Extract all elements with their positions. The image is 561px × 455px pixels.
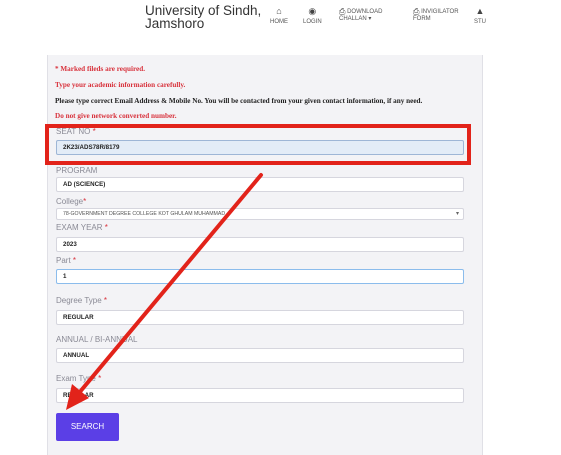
nav-home-label: HOME xyxy=(270,19,288,25)
exam-year-label: EXAM YEAR * xyxy=(56,223,108,232)
nav-login[interactable]: ◉ LOGIN xyxy=(303,6,322,26)
nav-login-label: LOGIN xyxy=(303,19,322,25)
home-icon: ⌂ xyxy=(276,6,282,16)
college-label: College* xyxy=(56,197,87,206)
nav-invigilator-label: INVIGILATOR xyxy=(421,9,459,16)
part-label: Part * xyxy=(56,256,77,265)
required-note: * Marked fileds are required. xyxy=(55,65,146,73)
annual-field[interactable]: ANNUAL xyxy=(56,348,464,363)
exam-type-label: Exam Type * xyxy=(56,374,102,383)
exam-type-field[interactable]: REGULAR xyxy=(56,388,464,403)
nav-download-challan[interactable]: ⎙ DOWNLOAD CHALLAN ▾ xyxy=(339,8,382,23)
nav-challan-label: CHALLAN ▾ xyxy=(339,16,372,23)
college-select[interactable]: 78-GOVERNMENT DEGREE COLLEGE KOT GHULAM … xyxy=(56,208,464,220)
nav-form-label: FORM xyxy=(413,16,431,23)
nav-home[interactable]: ⌂ HOME xyxy=(270,6,288,26)
chevron-down-icon: ▾ xyxy=(455,211,459,217)
degree-type-label: Degree Type * xyxy=(56,296,108,305)
careful-note: Type your academic information carefully… xyxy=(55,81,186,89)
degree-type-field[interactable]: REGULAR xyxy=(56,310,464,325)
graduation-cap-icon: ▲ xyxy=(475,6,485,16)
print-icon: ⎙ xyxy=(413,7,420,16)
nav-invigilator-form[interactable]: ⎙ INVIGILATOR FORM xyxy=(413,8,459,23)
program-label: PROGRAM xyxy=(56,166,98,175)
part-field[interactable]: 1 xyxy=(56,269,464,284)
network-note: Do not give network converted number. xyxy=(55,112,177,120)
college-selected-value: 78-GOVERNMENT DEGREE COLLEGE KOT GHULAM … xyxy=(63,211,226,217)
exam-year-field[interactable]: 2023 xyxy=(56,237,464,252)
annual-label: ANNUAL / BI-ANNUAL xyxy=(56,335,138,344)
nav-student-label: STU xyxy=(474,19,486,25)
program-field[interactable]: AD (SCIENCE) xyxy=(56,177,464,192)
contact-note: Please type correct Email Address & Mobi… xyxy=(55,97,423,105)
print-icon: ⎙ xyxy=(339,7,346,16)
search-button[interactable]: SEARCH xyxy=(56,413,119,441)
nav-download-label: DOWNLOAD xyxy=(347,9,383,16)
dashboard-icon: ◉ xyxy=(308,6,317,16)
nav-student[interactable]: ▲ STU xyxy=(474,6,486,26)
brand-line-2: Jamshoro xyxy=(145,16,205,31)
annotation-highlight-box xyxy=(45,124,471,165)
site-brand[interactable]: University of Sindh, Jamshoro xyxy=(145,4,261,31)
